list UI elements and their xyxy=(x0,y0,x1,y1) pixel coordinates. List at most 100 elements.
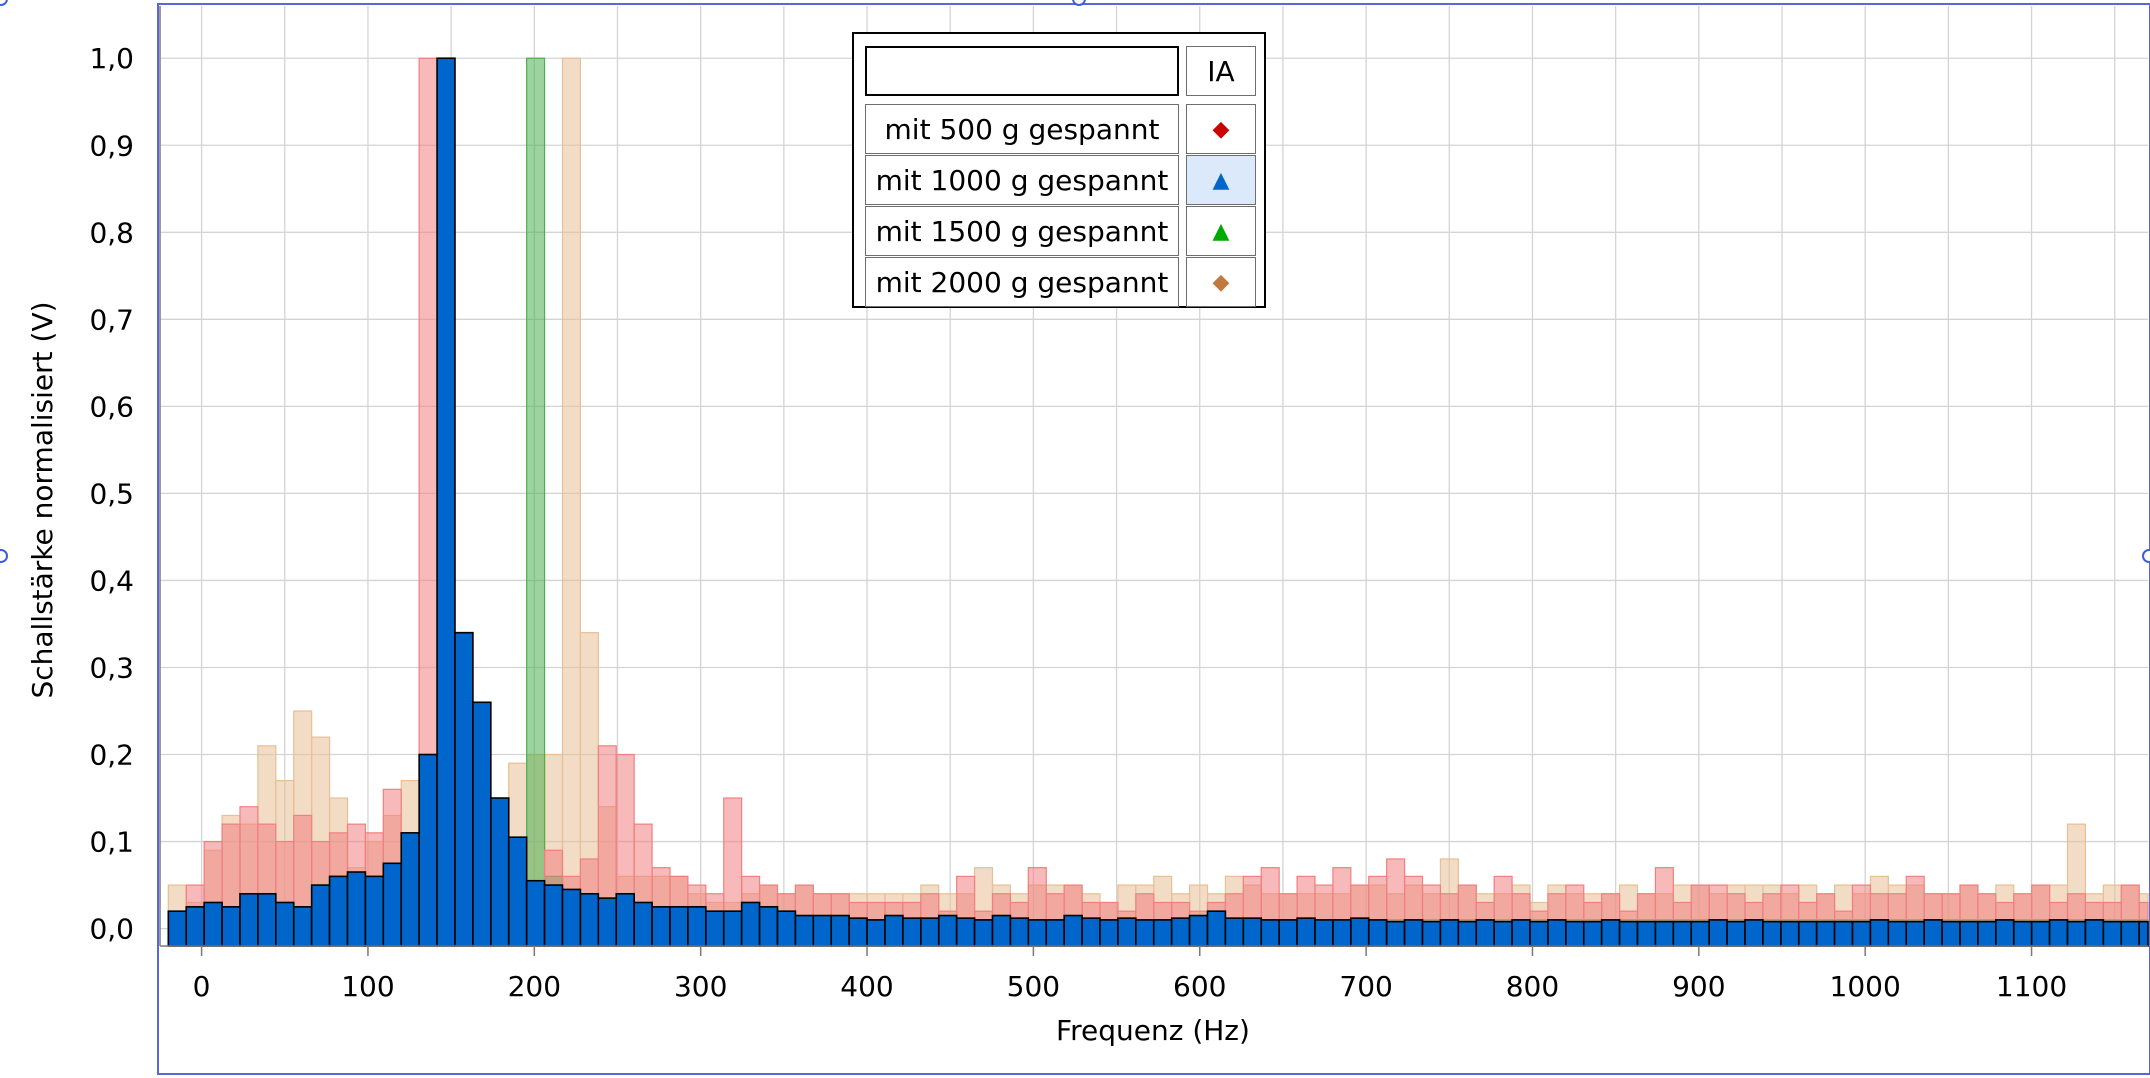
bar xyxy=(418,753,438,947)
bar xyxy=(1152,919,1173,947)
bar xyxy=(615,892,635,947)
y-tick-label: 0,8 xyxy=(89,216,134,249)
x-tick-label: 0 xyxy=(193,970,211,1003)
bar xyxy=(1206,910,1227,947)
bar xyxy=(239,892,259,947)
bar xyxy=(561,888,582,947)
bar xyxy=(1242,917,1263,947)
bar xyxy=(1851,920,1872,947)
bar xyxy=(758,906,779,947)
bar xyxy=(991,914,1012,947)
bar xyxy=(221,906,241,947)
legend-row-label[interactable]: mit 2000 g gespannt xyxy=(865,257,1179,307)
bar xyxy=(1815,920,1836,947)
bar xyxy=(1959,920,1979,947)
legend-triangle-icon[interactable]: ▲ xyxy=(1186,206,1256,256)
bar xyxy=(1045,919,1065,947)
bar xyxy=(1672,920,1693,947)
resize-handle-right[interactable] xyxy=(2142,549,2150,563)
bar xyxy=(1618,920,1639,947)
bar xyxy=(722,910,743,947)
bar xyxy=(794,914,815,947)
bar xyxy=(1493,920,1513,947)
y-tick-label: 0,4 xyxy=(89,564,134,597)
bar xyxy=(579,892,600,947)
bar xyxy=(1081,917,1101,947)
y-tick-label: 0,7 xyxy=(89,303,134,336)
bar xyxy=(1063,914,1083,947)
bar xyxy=(1385,920,1406,947)
bar xyxy=(1762,920,1782,947)
y-tick-label: 0,9 xyxy=(89,129,134,162)
bar xyxy=(1403,919,1424,947)
bar xyxy=(472,701,492,947)
legend-row-label[interactable]: mit 500 g gespannt xyxy=(865,104,1179,154)
bar xyxy=(1636,920,1657,947)
y-tick-label: 0,6 xyxy=(89,390,134,423)
bar xyxy=(1224,917,1245,947)
legend-row-label[interactable]: mit 1500 g gespannt xyxy=(865,206,1179,256)
x-tick-label: 200 xyxy=(508,970,561,1003)
legend[interactable]: IA mit 500 g gespannt ◆ mit 1000 g gespa… xyxy=(852,32,1266,308)
bar xyxy=(1582,920,1603,947)
bar xyxy=(597,897,618,947)
bar xyxy=(1099,919,1119,947)
x-tick-label: 1100 xyxy=(1996,970,2067,1003)
legend-diamond-icon[interactable]: ◆ xyxy=(1186,257,1256,307)
bar xyxy=(1744,919,1764,947)
x-tick-label: 700 xyxy=(1339,970,1392,1003)
bar xyxy=(1654,920,1675,947)
x-tick-label: 800 xyxy=(1506,970,1559,1003)
bar xyxy=(902,917,922,947)
x-tick-label: 900 xyxy=(1672,970,1725,1003)
x-tick-label: 600 xyxy=(1173,970,1226,1003)
bar xyxy=(1600,919,1621,947)
bar xyxy=(1511,919,1531,947)
bar xyxy=(633,901,653,947)
y-tick-label: 0,1 xyxy=(89,826,134,859)
bar xyxy=(669,906,689,947)
y-axis-label: Schallstärke normalisiert (V) xyxy=(26,301,59,698)
bar xyxy=(1314,919,1334,947)
y-tick-label: 0,3 xyxy=(89,651,134,684)
bar xyxy=(1135,919,1155,947)
bar xyxy=(740,901,761,947)
bar xyxy=(1350,917,1370,947)
legend-row-label[interactable]: mit 1000 g gespannt xyxy=(865,155,1179,205)
bar xyxy=(973,919,994,947)
bar xyxy=(2102,920,2123,947)
legend-triangle-icon[interactable]: ▲ xyxy=(1186,155,1256,205)
bar xyxy=(1887,920,1908,947)
x-axis-label: Frequenz (Hz) xyxy=(1056,1014,1250,1047)
bar xyxy=(275,901,295,947)
bar xyxy=(1278,919,1298,947)
legend-header-empty-cell xyxy=(865,46,1179,96)
legend-diamond-icon[interactable]: ◆ xyxy=(1186,104,1256,154)
bar xyxy=(561,57,582,947)
bar xyxy=(400,832,420,947)
bar xyxy=(1905,920,1925,947)
bar xyxy=(1547,919,1567,947)
bar xyxy=(651,906,671,947)
bar xyxy=(507,836,528,947)
bar xyxy=(328,875,349,947)
bar xyxy=(1726,920,1746,947)
bar xyxy=(1457,920,1478,947)
bar xyxy=(2048,919,2069,947)
bar xyxy=(436,57,456,947)
bar xyxy=(920,917,940,947)
bar xyxy=(526,57,546,947)
bar xyxy=(525,879,546,947)
bar xyxy=(1421,920,1442,947)
bar xyxy=(203,901,223,947)
bar xyxy=(1923,919,1943,947)
bar xyxy=(705,910,725,947)
x-tick-label: 100 xyxy=(341,970,394,1003)
bar xyxy=(866,919,886,947)
bar xyxy=(364,875,385,947)
bar xyxy=(1439,919,1460,947)
bar xyxy=(1367,919,1388,947)
bar xyxy=(687,906,707,947)
bar xyxy=(1475,919,1495,947)
bar xyxy=(830,914,850,947)
